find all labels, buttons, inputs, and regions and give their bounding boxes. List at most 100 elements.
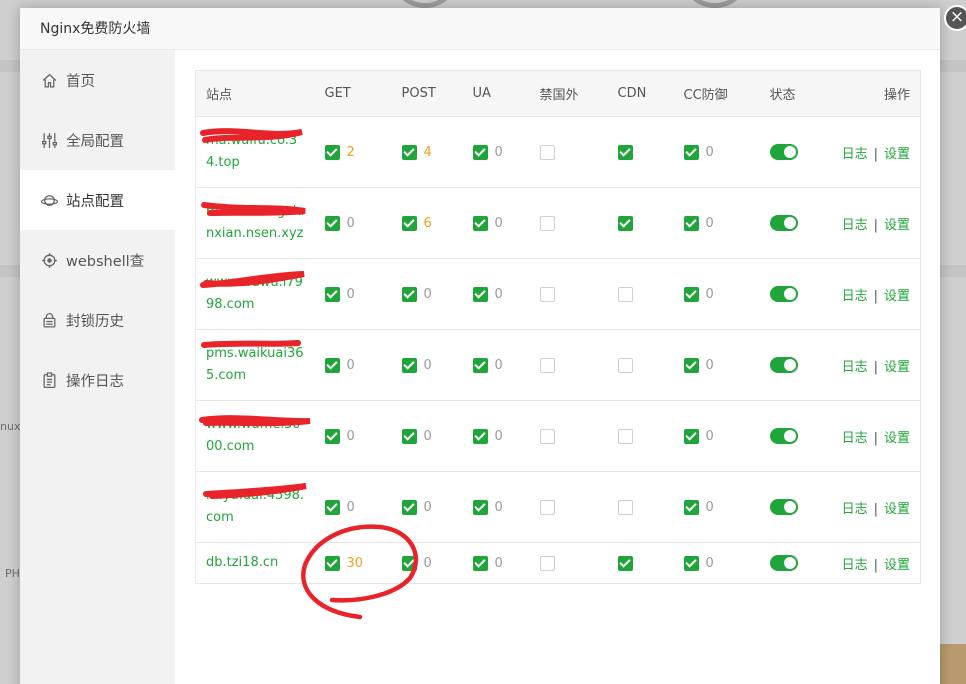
ua-checkbox[interactable]: [472, 215, 488, 231]
get-checkbox[interactable]: [324, 555, 340, 571]
block-foreign-checkbox[interactable]: [539, 499, 555, 515]
site-name-link[interactable]: m.sin.zhongxianxian.nsen.xyz: [206, 201, 306, 245]
cdn-cell: [608, 117, 674, 188]
sidebar-item-home[interactable]: 首页: [20, 50, 175, 110]
post-checkbox[interactable]: [401, 428, 417, 444]
post-checkbox[interactable]: [401, 555, 417, 571]
cc-defense-checkbox[interactable]: [683, 215, 699, 231]
status-toggle[interactable]: [769, 555, 798, 571]
status-toggle[interactable]: [769, 428, 798, 444]
post-cell: 6: [392, 188, 463, 259]
site-name-link[interactable]: ma.waifu.co.34.top: [206, 130, 306, 174]
get-cell: 2: [315, 117, 392, 188]
settings-link[interactable]: 设置: [884, 502, 910, 517]
settings-link[interactable]: 设置: [884, 431, 910, 446]
ua-checkbox[interactable]: [472, 555, 488, 571]
site-name-link[interactable]: db.tzi18.cn: [206, 552, 306, 574]
status-cell: [760, 330, 828, 401]
post-cell: 4: [392, 117, 463, 188]
get-checkbox[interactable]: [324, 215, 340, 231]
ua-checkbox[interactable]: [472, 499, 488, 515]
post-checkbox[interactable]: [401, 286, 417, 302]
settings-link[interactable]: 设置: [884, 558, 910, 573]
ua-checkbox[interactable]: [472, 286, 488, 302]
post-count: 0: [423, 428, 432, 444]
ua-checkbox[interactable]: [472, 428, 488, 444]
log-link[interactable]: 日志: [842, 360, 868, 375]
get-checkbox[interactable]: [324, 357, 340, 373]
status-toggle[interactable]: [769, 144, 798, 160]
log-link[interactable]: 日志: [842, 147, 868, 162]
site-name-link[interactable]: www.wuwu.i7998.com: [206, 272, 306, 316]
log-link[interactable]: 日志: [842, 502, 868, 517]
cdn-checkbox[interactable]: [617, 555, 633, 571]
block-foreign-checkbox[interactable]: [539, 286, 555, 302]
cc-defense-cell: 0: [674, 472, 760, 543]
close-button[interactable]: ×: [944, 5, 966, 31]
get-checkbox[interactable]: [324, 499, 340, 515]
site-name-link[interactable]: m.yu.dai.4598.com: [206, 485, 306, 529]
get-checkbox[interactable]: [324, 286, 340, 302]
cc-defense-checkbox[interactable]: [683, 357, 699, 373]
cc-defense-checkbox[interactable]: [683, 144, 699, 160]
ua-checkbox[interactable]: [472, 357, 488, 373]
sidebar-item-site-config[interactable]: 站点配置: [20, 170, 175, 230]
cdn-checkbox[interactable]: [617, 286, 633, 302]
cc-defense-checkbox[interactable]: [683, 555, 699, 571]
post-checkbox[interactable]: [401, 215, 417, 231]
post-count: 0: [423, 555, 432, 571]
block-foreign-checkbox[interactable]: [539, 357, 555, 373]
get-checkbox[interactable]: [324, 144, 340, 160]
post-checkbox[interactable]: [401, 357, 417, 373]
cdn-checkbox[interactable]: [617, 215, 633, 231]
status-toggle[interactable]: [769, 499, 798, 515]
sidebar-item-global-config[interactable]: 全局配置: [20, 110, 175, 170]
home-icon: [40, 71, 58, 89]
ua-cell: 0: [463, 543, 530, 584]
table-row: ma.waifu.co.34.top 2 4 0 0 日志 | 设置: [195, 117, 921, 188]
post-checkbox[interactable]: [401, 499, 417, 515]
log-link[interactable]: 日志: [842, 558, 868, 573]
settings-link[interactable]: 设置: [884, 289, 910, 304]
cc-defense-cell: 0: [674, 259, 760, 330]
block-foreign-checkbox[interactable]: [539, 144, 555, 160]
sidebar-item-webshell[interactable]: webshell查: [20, 230, 175, 290]
post-checkbox[interactable]: [401, 144, 417, 160]
cdn-checkbox[interactable]: [617, 144, 633, 160]
cdn-checkbox[interactable]: [617, 357, 633, 373]
log-link[interactable]: 日志: [842, 431, 868, 446]
sidebar-item-label: 首页: [66, 73, 95, 90]
log-link[interactable]: 日志: [842, 218, 868, 233]
lock-history-icon: [40, 311, 58, 329]
status-toggle[interactable]: [769, 215, 798, 231]
cc-defense-count: 0: [705, 286, 714, 302]
actions-cell: 日志 | 设置: [828, 259, 921, 330]
sidebar: 首页 全局配置 站点配置 webshell查 封锁历史 操作日志: [20, 50, 175, 684]
cdn-cell: [608, 188, 674, 259]
status-cell: [760, 401, 828, 472]
get-checkbox[interactable]: [324, 428, 340, 444]
block-foreign-checkbox[interactable]: [539, 215, 555, 231]
block-foreign-checkbox[interactable]: [539, 428, 555, 444]
status-toggle[interactable]: [769, 286, 798, 302]
cdn-checkbox[interactable]: [617, 428, 633, 444]
site-name-link[interactable]: pms.waikuai365.com: [206, 343, 306, 387]
block-foreign-checkbox[interactable]: [539, 555, 555, 571]
status-toggle[interactable]: [769, 357, 798, 373]
sidebar-item-label: 操作日志: [66, 373, 124, 390]
cdn-checkbox[interactable]: [617, 499, 633, 515]
ua-cell: 0: [463, 117, 530, 188]
settings-link[interactable]: 设置: [884, 147, 910, 162]
log-link[interactable]: 日志: [842, 289, 868, 304]
site-name-link[interactable]: www.wumei3000.com: [206, 414, 306, 458]
cc-defense-checkbox[interactable]: [683, 428, 699, 444]
ua-checkbox[interactable]: [472, 144, 488, 160]
settings-link[interactable]: 设置: [884, 218, 910, 233]
sidebar-item-block-history[interactable]: 封锁历史: [20, 290, 175, 350]
sidebar-item-operation-log[interactable]: 操作日志: [20, 350, 175, 410]
settings-link[interactable]: 设置: [884, 360, 910, 375]
cc-defense-checkbox[interactable]: [683, 286, 699, 302]
table-row: www.wumei3000.com 0 0 0 0 日志 | 设置: [195, 401, 921, 472]
post-count: 0: [423, 286, 432, 302]
cc-defense-checkbox[interactable]: [683, 499, 699, 515]
